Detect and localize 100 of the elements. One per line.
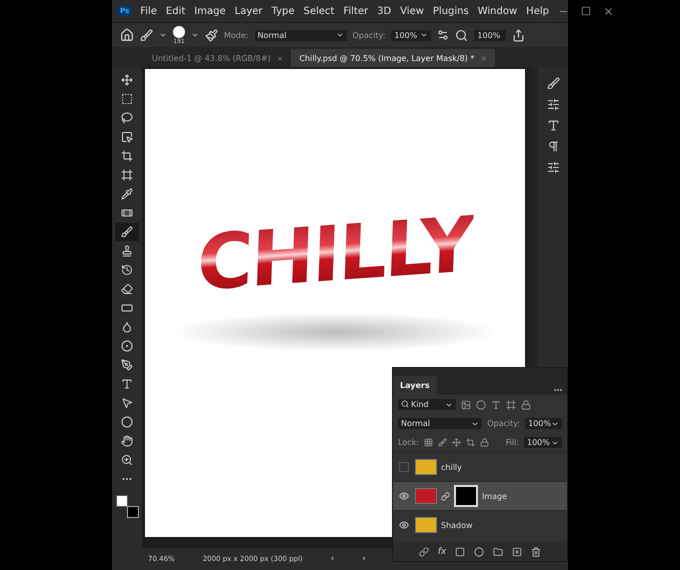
- blend-mode-dropdown[interactable]: Normal: [398, 418, 482, 429]
- fill-field[interactable]: 100%: [524, 437, 562, 448]
- layer-thumbnail: [415, 517, 437, 533]
- adjustment-icon: [474, 547, 484, 557]
- document-tab[interactable]: Chilly.psd @ 70.5% (Image, Layer Mask/8) * ×: [291, 49, 496, 67]
- zoom-field[interactable]: 100%: [474, 30, 506, 40]
- eraser-icon: [121, 283, 133, 295]
- menu-item[interactable]: Window: [478, 6, 518, 16]
- opacity-dropdown[interactable]: 100%: [391, 30, 432, 40]
- prev-arrow[interactable]: ‹: [362, 554, 366, 564]
- layers-tab[interactable]: Layers: [393, 376, 437, 395]
- hand-icon: [121, 435, 133, 447]
- mask-icon: [455, 547, 466, 557]
- share-icon: [512, 28, 526, 42]
- kind-filter[interactable]: Kind: [398, 399, 456, 410]
- droplet-icon: [121, 321, 133, 333]
- stamp-icon: [121, 245, 133, 257]
- sliders-icon: [546, 98, 560, 111]
- brush-icon: [438, 438, 447, 447]
- move-icon: [452, 438, 461, 447]
- layer-row[interactable]: Shadow: [393, 510, 567, 539]
- search-icon: [455, 28, 468, 42]
- mode-label: Mode:: [224, 30, 248, 40]
- grid-icon: [424, 438, 433, 447]
- brush-icon: [121, 226, 133, 238]
- circle-filter-icon: [476, 400, 486, 410]
- layer-name: Shadow: [441, 520, 473, 530]
- shape-filter-icon: [506, 400, 516, 410]
- home-icon: [120, 28, 134, 42]
- visibility-toggle[interactable]: [399, 462, 409, 472]
- pointer-icon: [121, 397, 133, 409]
- brush-preview-icon[interactable]: [173, 26, 185, 38]
- menu-item[interactable]: Select: [303, 6, 334, 16]
- layer-thumbnail: [415, 459, 437, 475]
- fill-label: Fill:: [506, 438, 519, 447]
- dashed-square-icon: [121, 93, 133, 105]
- move-icon: [121, 74, 133, 86]
- ellipse-icon: [121, 416, 133, 428]
- lasso-icon: [121, 112, 133, 124]
- layer-opacity-field[interactable]: 100%: [525, 418, 562, 429]
- brush-settings-icon: [205, 28, 218, 42]
- new-layer-icon: [512, 547, 522, 557]
- adjustments-icon: [546, 161, 560, 174]
- lock-label: Lock:: [398, 438, 419, 447]
- document-tab[interactable]: Untitled-1 @ 43.8% (RGB/8#) ×: [144, 49, 292, 67]
- zoom-icon: [121, 454, 133, 466]
- caret-icon: [159, 31, 167, 39]
- brush-icon: [140, 28, 153, 42]
- opacity-label: Opacity:: [487, 419, 520, 428]
- menu-item[interactable]: Image: [194, 6, 226, 16]
- layer-mask-thumbnail: [454, 485, 478, 507]
- brush-tool-button[interactable]: [115, 223, 139, 241]
- menu-item[interactable]: Layer: [234, 6, 263, 16]
- layer-thumbnail: [415, 488, 437, 504]
- brush-icon: [546, 77, 560, 90]
- type-icon: [121, 378, 133, 390]
- menu-item[interactable]: File: [140, 6, 157, 16]
- crop-icon: [121, 150, 133, 162]
- type-icon: [546, 119, 560, 132]
- foreground-swatch[interactable]: [116, 495, 128, 507]
- layer-row[interactable]: Image: [393, 481, 567, 510]
- trash-icon: [531, 547, 542, 557]
- eye-icon[interactable]: [399, 491, 409, 501]
- background-swatch[interactable]: [127, 506, 139, 518]
- eyedropper-icon: [121, 188, 133, 200]
- layer-name: chilly: [441, 462, 462, 472]
- menu-item[interactable]: Help: [526, 6, 549, 16]
- bandage-icon: [121, 207, 133, 219]
- menu-item[interactable]: Edit: [166, 6, 186, 16]
- frame-icon: [121, 169, 133, 181]
- pen-icon: [121, 359, 133, 371]
- mode-dropdown[interactable]: Normal: [254, 30, 346, 40]
- next-arrow[interactable]: ›: [330, 554, 334, 564]
- square-pointer-icon: [121, 131, 133, 143]
- link-icon: [441, 492, 450, 500]
- menu-item[interactable]: View: [400, 6, 424, 16]
- folder-icon: [493, 547, 504, 557]
- link-icon: [418, 547, 429, 557]
- gradient-icon: [121, 302, 133, 314]
- caret-icon: [336, 31, 344, 39]
- lock-filter-icon: [521, 400, 531, 410]
- menu-item[interactable]: Type: [272, 6, 294, 16]
- search-icon: [401, 400, 409, 408]
- menu-item[interactable]: Filter: [343, 6, 368, 16]
- opacity-label: Opacity:: [352, 30, 386, 40]
- caret-icon: [420, 31, 428, 39]
- menu-item[interactable]: Plugins: [432, 6, 469, 16]
- maximize-icon: [580, 6, 591, 16]
- eye-icon[interactable]: [399, 520, 409, 530]
- close-icon: [602, 6, 614, 16]
- pilcrow-icon: [546, 140, 560, 153]
- image-filter-icon: [461, 400, 471, 410]
- menu-item[interactable]: 3D: [377, 6, 392, 16]
- fx-button[interactable]: fx: [438, 547, 446, 557]
- caret-icon: [191, 31, 199, 39]
- crop-icon: [466, 438, 475, 447]
- type-filter-icon: [491, 400, 501, 410]
- layer-name: Image: [482, 492, 508, 500]
- dodge-icon: [121, 340, 133, 352]
- lock-icon: [480, 438, 489, 447]
